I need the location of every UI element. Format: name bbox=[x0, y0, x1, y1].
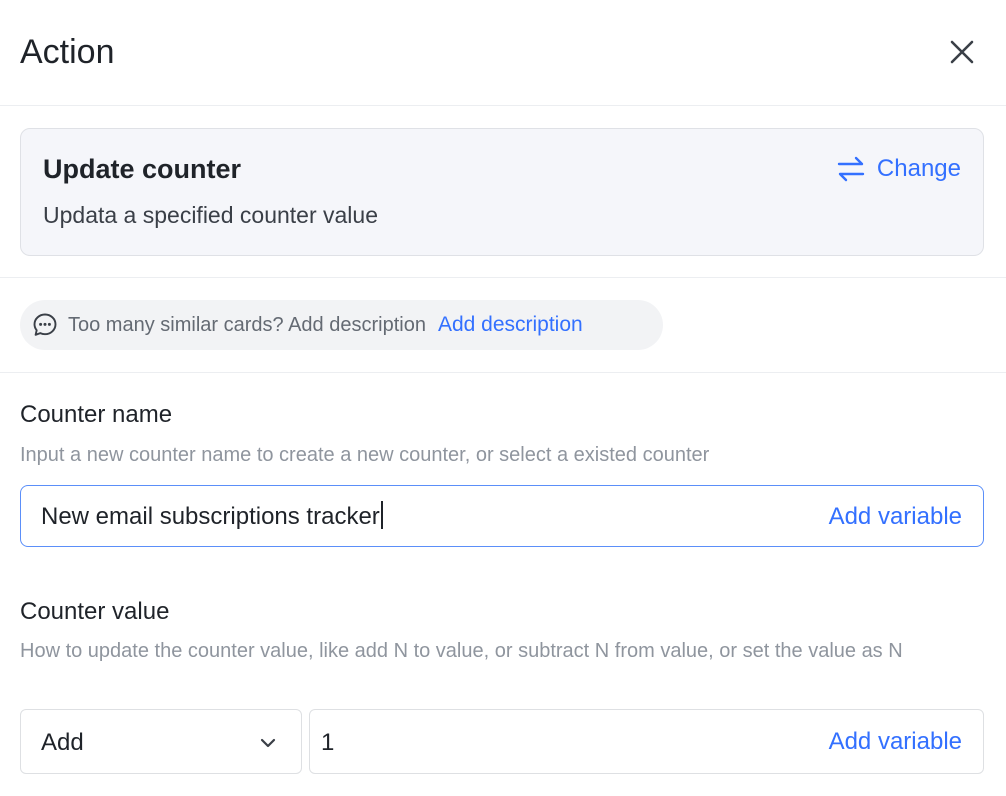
panel-header: Action bbox=[0, 0, 1006, 106]
counter-name-input[interactable]: New email subscriptions tracker Add vari… bbox=[20, 485, 984, 547]
change-label: Change bbox=[876, 155, 961, 182]
counter-name-help: Input a new counter name to create a new… bbox=[20, 444, 710, 466]
action-title: Update counter bbox=[43, 154, 242, 184]
close-icon bbox=[950, 40, 974, 64]
divider bbox=[0, 372, 1006, 373]
operation-value: Add bbox=[41, 729, 84, 756]
hint-text: Too many similar cards? Add description bbox=[68, 313, 426, 336]
chevron-down-icon bbox=[260, 738, 276, 748]
add-description-link[interactable]: Add description bbox=[438, 313, 583, 337]
counter-amount-input[interactable]: 1 Add variable bbox=[309, 709, 984, 774]
add-variable-button[interactable]: Add variable bbox=[829, 501, 962, 533]
chat-bubble-icon bbox=[33, 313, 57, 336]
counter-value-help: How to update the counter value, like ad… bbox=[20, 640, 903, 662]
change-action-button[interactable]: Change bbox=[837, 151, 961, 187]
description-hint: Too many similar cards? Add description … bbox=[20, 300, 663, 350]
operation-select[interactable]: Add bbox=[20, 709, 302, 774]
counter-amount-value: 1 bbox=[321, 729, 335, 756]
action-card: Update counter Updata a specified counte… bbox=[20, 128, 984, 256]
text-caret bbox=[380, 501, 383, 529]
counter-name-label: Counter name bbox=[20, 401, 173, 428]
divider bbox=[0, 277, 1006, 278]
action-description: Updata a specified counter value bbox=[43, 202, 378, 228]
panel-title: Action bbox=[20, 33, 115, 71]
counter-value-label: Counter value bbox=[20, 598, 170, 625]
counter-name-value: New email subscriptions tracker bbox=[41, 503, 380, 530]
swap-arrows-icon bbox=[837, 156, 865, 182]
add-variable-button[interactable]: Add variable bbox=[829, 726, 962, 758]
close-button[interactable] bbox=[944, 34, 980, 70]
